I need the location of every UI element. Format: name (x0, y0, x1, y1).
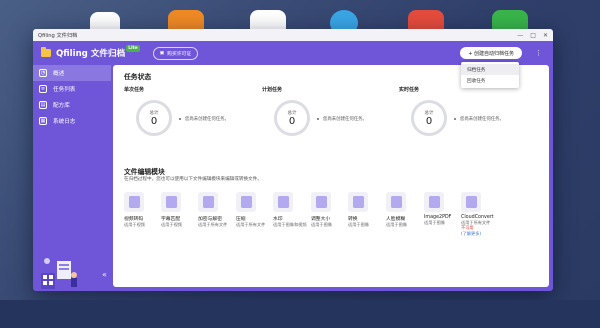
editor-module-8[interactable]: Image2PDF 适用于图像 (424, 192, 457, 225)
module-name: 视频转码 (124, 217, 144, 222)
count-ring: 总计 0 (136, 100, 172, 136)
desktop-taskbar (0, 300, 600, 328)
module-icon (273, 192, 293, 212)
app-title: Qfiling 文件归档 (56, 49, 126, 59)
module-desc: 适用于视频 (161, 222, 182, 227)
module-icon (424, 192, 444, 212)
empty-message-text: 您尚未创建任何任务。 (323, 117, 367, 122)
module-desc: 适用于图像 (311, 222, 332, 227)
module-desc: 适用于图像和视频 (273, 222, 307, 227)
editor-module-1[interactable]: 字幕匹配 适用于视频 (161, 192, 194, 227)
window-title: Qfiling 文件归档 (38, 32, 78, 39)
editor-module-4[interactable]: 水印 适用于图像和视频 (273, 192, 307, 227)
menu-item-recycle-task[interactable]: 回收任务 (461, 75, 519, 86)
task-status-title: 任务状态 (124, 73, 152, 81)
empty-message: 您尚未创建任何任务。 (317, 116, 367, 122)
empty-message: 您尚未创建任何任务。 (179, 116, 229, 122)
close-button[interactable]: ✕ (543, 32, 548, 39)
desktop-dock (0, 0, 600, 38)
cart-icon: ▣ (159, 50, 165, 56)
module-icon (386, 192, 406, 212)
window-controls: — □ ✕ (517, 32, 548, 39)
module-desc: 适用于所有文件 (198, 222, 228, 227)
module-icon (161, 192, 181, 212)
sidebar-item-label: 配方库 (53, 103, 70, 109)
sidebar-item-system-log[interactable]: ▦ 系统日志 (33, 113, 111, 129)
module-name: 人脸模糊 (386, 217, 406, 222)
empty-message: 您尚未创建任何任务。 (454, 116, 504, 122)
buy-license-label: 购买许可证 (167, 51, 192, 57)
sidebar-illustration (41, 258, 77, 289)
file-editor-subtitle: 在归档过程中，您也可以使用以下文件编辑模块来编辑或转换文件。 (124, 177, 262, 182)
module-name: 压缩 (236, 217, 246, 222)
module-desc: 适用于视频 (124, 222, 145, 227)
learn-more-link[interactable]: (了解更多) (461, 231, 494, 237)
module-icon (198, 192, 218, 212)
module-name: 加密与解密 (198, 217, 222, 222)
module-name: 水印 (273, 217, 283, 222)
task-count: 0 (150, 115, 158, 127)
sidebar-item-overview[interactable]: ◔ 概述 (33, 65, 111, 81)
sidebar-item-recipes[interactable]: ▤ 配方库 (33, 97, 111, 113)
module-icon (236, 192, 256, 212)
log-icon: ▦ (39, 117, 47, 125)
qfiling-logo-icon (41, 47, 51, 57)
empty-message-text: 您尚未创建任何任务。 (460, 117, 504, 122)
editor-module-6[interactable]: 转换 适用于图像 (348, 192, 381, 227)
module-name: 转换 (348, 217, 358, 222)
sidebar-item-label: 任务列表 (53, 87, 76, 93)
maximize-button[interactable]: □ (530, 32, 536, 39)
module-name: 字幕匹配 (161, 217, 181, 222)
module-desc: 适用于所有文件 (236, 222, 266, 227)
sidebar-item-task-list[interactable]: ≡ 任务列表 (33, 81, 111, 97)
editor-module-9[interactable]: CloudConvert 适用于所有文件 不可用 (了解更多) (461, 192, 494, 237)
create-auto-task-button[interactable]: + 创建自动归档任务 (460, 47, 522, 59)
editor-module-7[interactable]: 人脸模糊 适用于图像 (386, 192, 419, 227)
editor-module-2[interactable]: 加密与解密 适用于所有文件 (198, 192, 231, 227)
window-titlebar: Qfiling 文件归档 — □ ✕ (33, 29, 553, 41)
module-desc: 适用于图像 (386, 222, 407, 227)
module-icon (348, 192, 368, 212)
more-options-icon[interactable]: ⋮ (535, 49, 542, 57)
overview-icon: ◔ (39, 69, 47, 77)
lite-badge: Lite (126, 44, 140, 52)
sidebar: ◔ 概述 ≡ 任务列表 ▤ 配方库 ▦ 系统日志 « (33, 65, 111, 291)
create-task-dropdown: 归档任务 回收任务 (461, 62, 519, 88)
status-card-label: 计划任务 (262, 87, 283, 93)
task-list-icon: ≡ (39, 85, 47, 93)
count-ring: 总计 0 (274, 100, 310, 136)
create-task-label: + 创建自动归档任务 (468, 50, 514, 57)
status-card-scheduled: 计划任务 总计 0 您尚未创建任何任务。 (262, 86, 372, 136)
editor-module-3[interactable]: 压缩 适用于所有文件 (236, 192, 269, 227)
editor-module-0[interactable]: 视频转码 适用于视频 (124, 192, 157, 227)
minimize-button[interactable]: — (517, 32, 523, 39)
file-editor-title: 文件编辑模块 (124, 168, 165, 176)
menu-item-archive-task[interactable]: 归档任务 (461, 64, 519, 75)
module-icon (311, 192, 331, 212)
task-count: 0 (288, 115, 296, 127)
module-icon (124, 192, 144, 212)
recipe-icon: ▤ (39, 101, 47, 109)
sidebar-item-label: 概述 (53, 71, 65, 77)
count-ring: 总计 0 (411, 100, 447, 136)
module-name: 调整大小 (311, 217, 331, 222)
editor-module-5[interactable]: 调整大小 适用于图像 (311, 192, 344, 227)
module-desc: 适用于图像 (348, 222, 369, 227)
status-card-once: 单次任务 总计 0 您尚未创建任何任务。 (124, 86, 234, 136)
collapse-sidebar-icon[interactable]: « (102, 270, 107, 279)
buy-license-button[interactable]: ▣ 购买许可证 (152, 46, 199, 60)
task-count: 0 (425, 115, 433, 127)
sidebar-item-label: 系统日志 (53, 119, 76, 125)
module-desc: 适用于图像 (424, 220, 445, 225)
status-card-label: 单次任务 (124, 87, 145, 93)
module-icon (461, 192, 481, 212)
empty-message-text: 您尚未创建任何任务。 (185, 117, 229, 122)
